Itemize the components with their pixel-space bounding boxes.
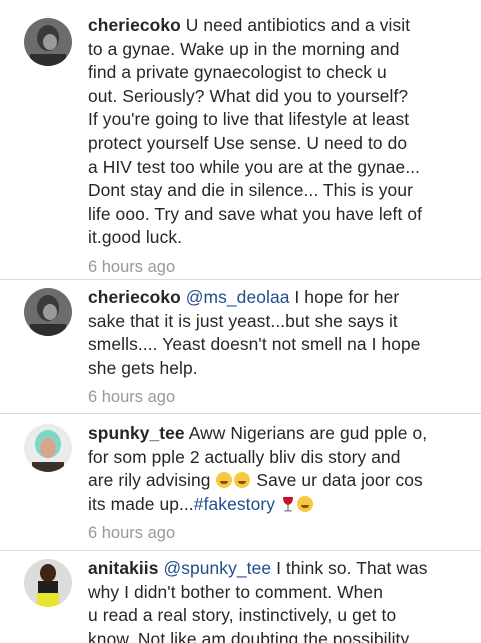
comment-line: smells.... Yeast doesn't not smell na I … [88,334,421,355]
comment-line: u read a real story, instinctively, u ge… [88,605,397,626]
comment-line: are rily advising [88,470,211,491]
comment-line: for som pple 2 actually bliv dis story a… [88,446,401,467]
comment-line: know. Not like am doubting the possibili… [88,628,410,643]
comment-line: out. Seriously? What did you to yourself… [88,85,409,106]
comment-line: a HIV test too while you are at the gyna… [88,156,421,177]
comment-line: I hope for her [289,287,400,307]
comment-line: Dont stay and die in silence... This is … [88,180,413,201]
comment-line: Aww Nigerians are gud pple o, [188,423,428,443]
grinning-sweat-emoji-icon [216,472,233,489]
comment-line: to a gynae. Wake up in the morning and [88,38,400,59]
comment-line: why I didn't bother to comment. When [88,581,383,602]
username[interactable]: spunky_tee [88,423,185,443]
comment-text: cheriecoko U need antibiotics and a visi… [88,14,471,250]
comment-1: cheriecoko U need antibiotics and a visi… [0,0,481,280]
timestamp: 6 hours ago [88,524,176,543]
comment-text: anitakiis @spunky_tee I think so. That w… [88,557,471,643]
comment-line: U need antibiotics and a visit [185,15,411,35]
comment-line: find a private gynaecologist to check u [88,62,387,83]
timestamp: 6 hours ago [88,257,176,276]
timestamp: 6 hours ago [88,388,176,407]
grinning-sweat-emoji-icon [296,495,313,512]
comment-text: cheriecoko @ms_deolaa I hope for her sak… [88,286,471,380]
avatar[interactable] [24,559,72,607]
avatar[interactable] [24,18,72,66]
comment-line: she gets help. [88,357,198,378]
comment-4: anitakiis @spunky_tee I think so. That w… [0,551,481,643]
username[interactable]: anitakiis [88,558,159,578]
comment-line: Save ur data joor cos [251,470,423,491]
comment-line: I think so. That was [271,558,428,578]
avatar[interactable] [24,288,72,336]
comment-text: spunky_tee Aww Nigerians are gud pple o,… [88,422,471,516]
comment-line: it.good luck. [88,227,183,248]
wine-glass-emoji-icon [282,496,293,512]
hashtag-link[interactable]: #fakestory [194,494,275,514]
comment-2: cheriecoko @ms_deolaa I hope for her sak… [0,280,481,414]
comment-line: sake that it is just yeast...but she say… [88,310,398,331]
avatar[interactable] [24,424,72,472]
comment-line: protect yourself Use sense. U need to do [88,132,408,153]
username[interactable]: cheriecoko [88,287,181,307]
mention-link[interactable]: @spunky_tee [163,558,271,578]
grinning-sweat-emoji-icon [234,472,251,489]
mention-link[interactable]: @ms_deolaa [186,287,290,307]
comment-line: its made up... [88,493,194,514]
comment-line: If you're going to live that lifestyle a… [88,109,410,130]
username[interactable]: cheriecoko [88,15,181,35]
comment-line: life ooo. Try and save what you have lef… [88,203,423,224]
comment-3: spunky_tee Aww Nigerians are gud pple o,… [0,414,481,551]
